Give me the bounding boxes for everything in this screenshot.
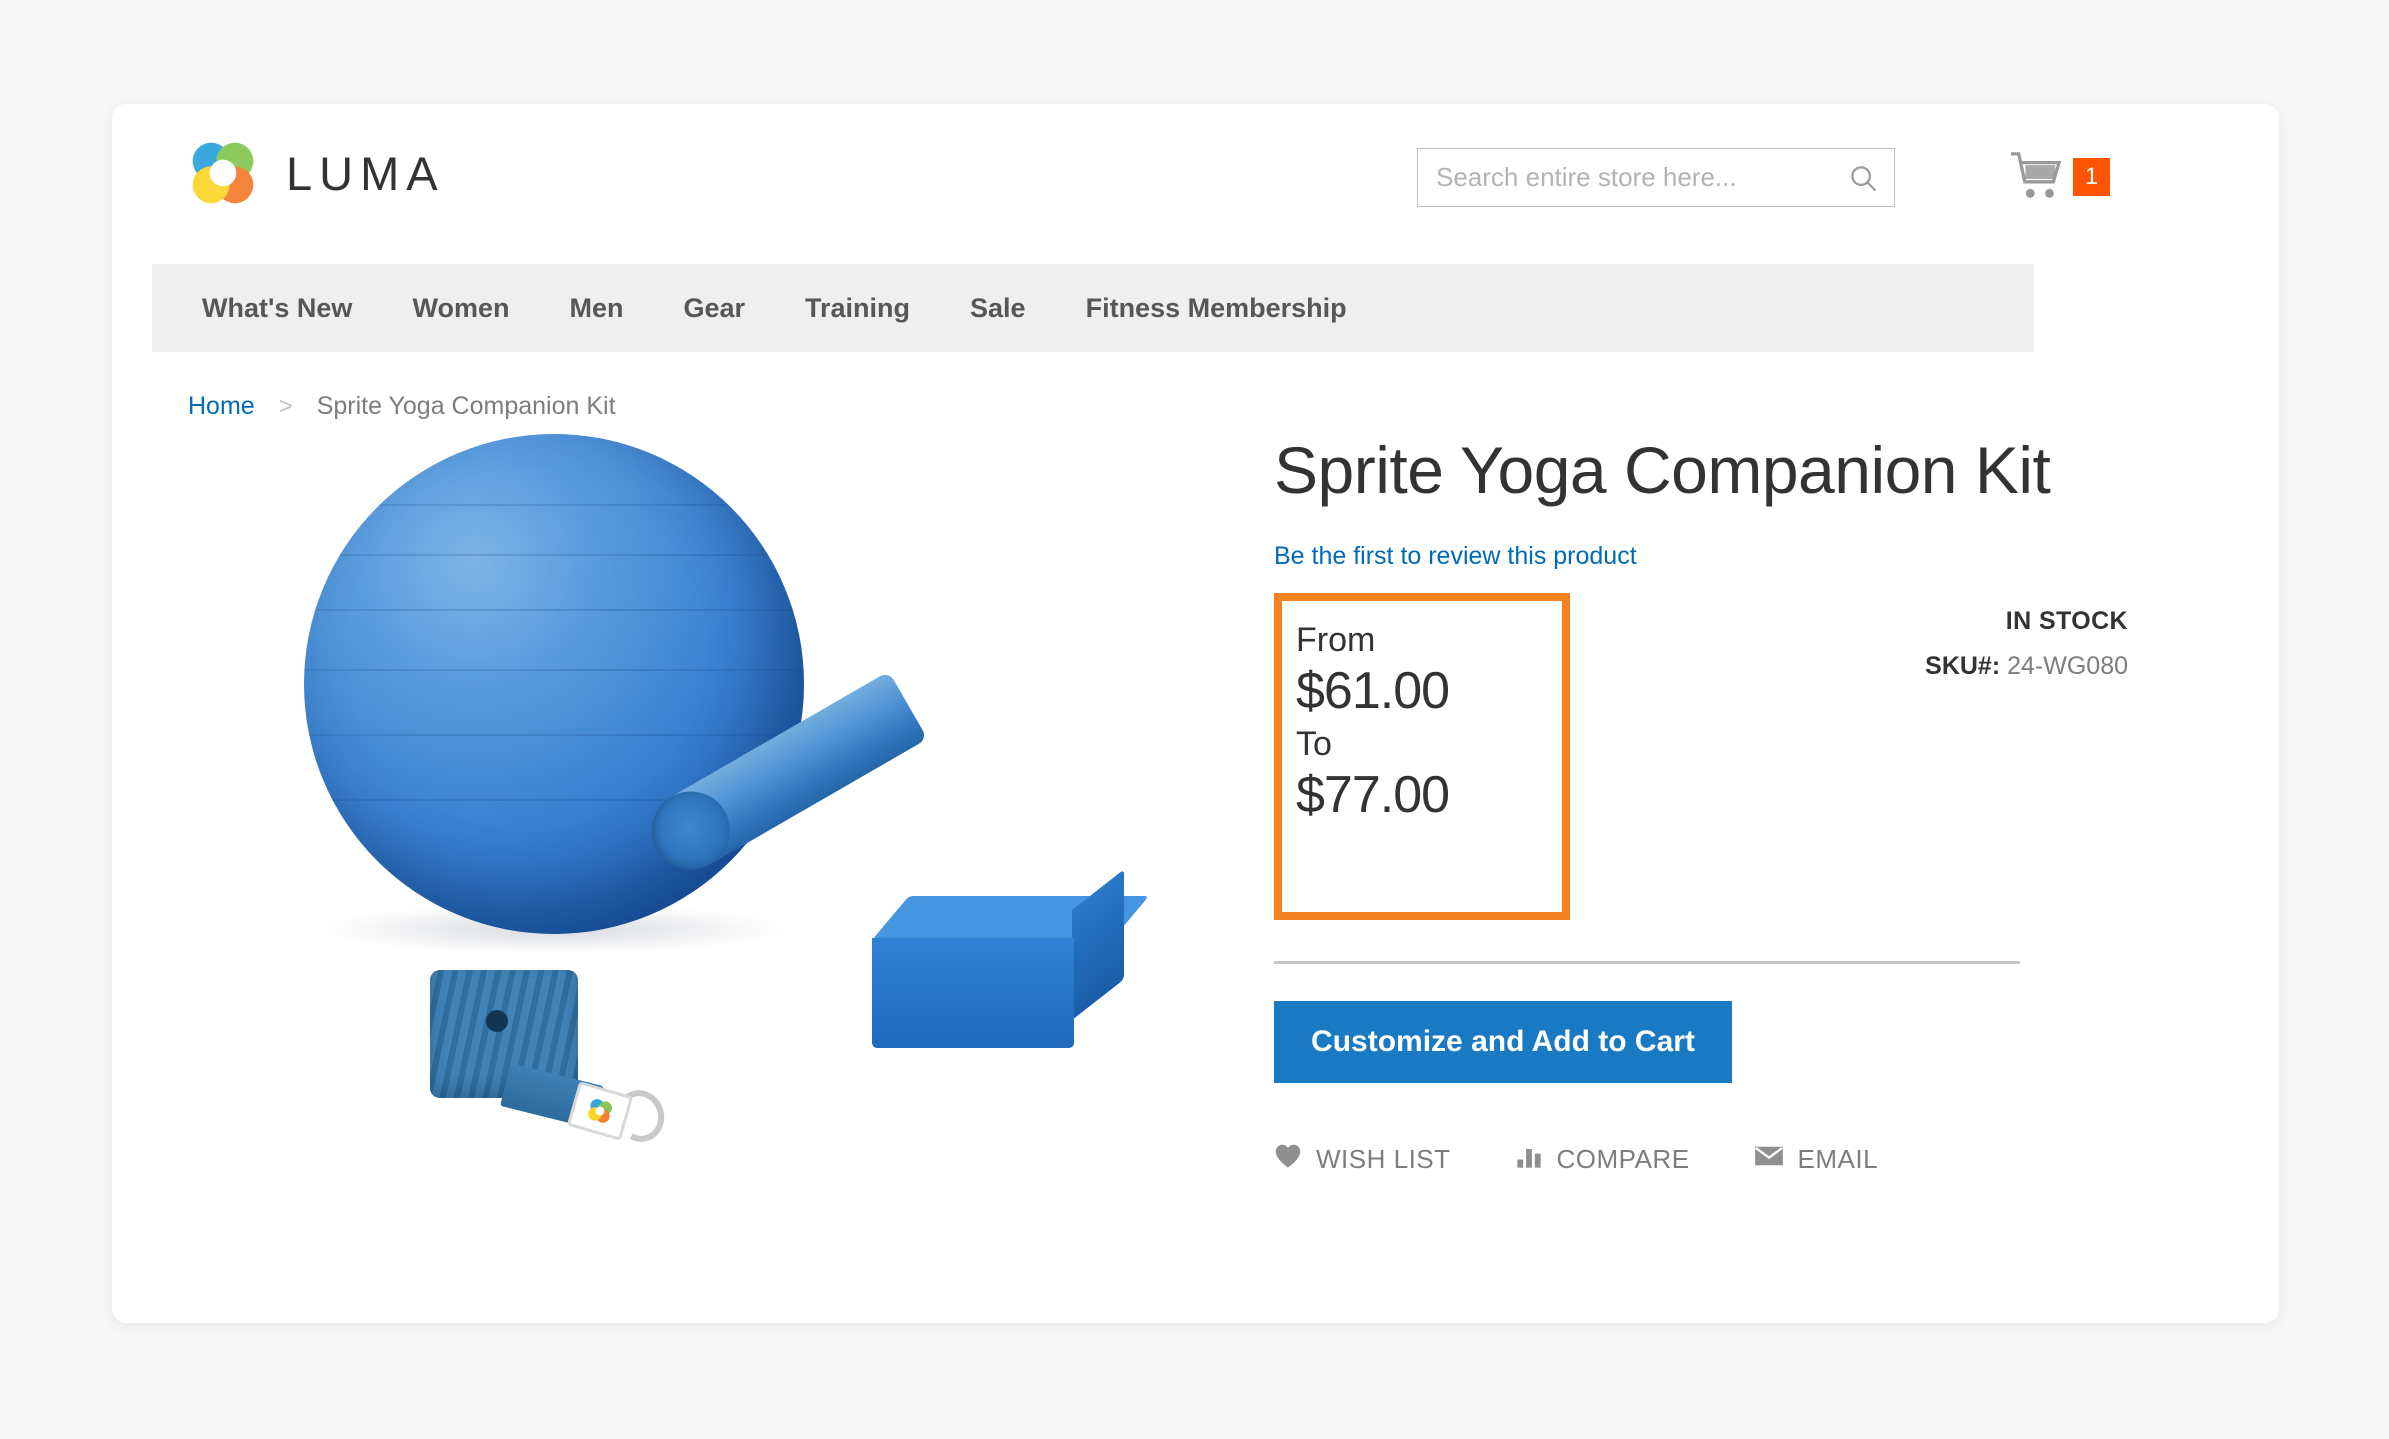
product-image[interactable] [252, 434, 1312, 1264]
product-action-links: WISH LIST COMPARE EMAIL [1274, 1143, 1878, 1176]
price-to-label: To [1296, 724, 1332, 763]
ball-seam-rings [304, 434, 804, 934]
email-link[interactable]: EMAIL [1754, 1144, 1879, 1175]
nav-item-gear[interactable]: Gear [683, 293, 745, 324]
email-label: EMAIL [1797, 1143, 1879, 1174]
yoga-block-image [872, 869, 1162, 1064]
envelope-icon [1754, 1144, 1784, 1175]
search-input[interactable] [1418, 149, 1838, 206]
wish-list-label: WISH LIST [1316, 1143, 1451, 1174]
brand-name: LUMA [286, 146, 445, 200]
sku-label: SKU#: [1925, 651, 2001, 680]
price-highlight-box: From $61.00 To $77.00 [1274, 592, 1570, 920]
compare-link[interactable]: COMPARE [1515, 1143, 1690, 1176]
shopping-cart-icon[interactable] [2009, 152, 2063, 202]
compare-label: COMPARE [1556, 1143, 1690, 1174]
price-from-label: From [1296, 620, 1376, 659]
sku-value: 24-WG080 [2007, 651, 2128, 680]
bar-chart-icon [1515, 1143, 1543, 1176]
wish-list-link[interactable]: WISH LIST [1274, 1143, 1451, 1176]
stock-info: IN STOCK SKU#: 24-WG080 [1925, 607, 2128, 681]
price-from-value: $61.00 [1296, 662, 1450, 721]
brand-logo[interactable]: LUMA [186, 136, 445, 210]
exercise-ball-image [304, 434, 804, 934]
nav-item-sale[interactable]: Sale [970, 293, 1026, 324]
search-icon[interactable] [1848, 163, 1878, 193]
stock-status-badge: IN STOCK [2005, 606, 2128, 635]
nav-item-training[interactable]: Training [805, 293, 910, 324]
write-review-link[interactable]: Be the first to review this product [1274, 542, 2174, 571]
breadcrumb-current-page: Sprite Yoga Companion Kit [316, 392, 616, 420]
search-box[interactable] [1417, 148, 1895, 207]
yoga-strap-image [430, 970, 680, 1149]
store-page-card: LUMA Search entire store here... 1 What'… [112, 104, 2279, 1323]
page-root: LUMA Search entire store here... 1 What'… [0, 0, 2389, 1439]
product-details: Sprite Yoga Companion Kit Be the first t… [1274, 433, 2174, 1174]
section-divider [1274, 960, 2020, 964]
breadcrumb: Home > Sprite Yoga Companion Kit [188, 392, 616, 421]
customize-and-add-to-cart-button[interactable]: Customize and Add to Cart [1274, 1000, 1732, 1083]
nav-item-men[interactable]: Men [569, 293, 623, 324]
luma-ring-logo-icon [186, 136, 260, 210]
price-to-value: $77.00 [1296, 766, 1450, 825]
cart-count-badge: 1 [2073, 158, 2110, 196]
price-and-stock-row: From $61.00 To $77.00 IN STOCK SKU#: 24-… [1274, 592, 2174, 1174]
nav-item-fitness-membership[interactable]: Fitness Membership [1086, 293, 1347, 324]
product-title: Sprite Yoga Companion Kit [1274, 433, 2051, 507]
nav-item-women[interactable]: Women [412, 293, 509, 324]
breadcrumb-home-link[interactable]: Home [188, 392, 255, 421]
sku-line: SKU#: 24-WG080 [1925, 652, 2128, 681]
main-navigation: What's New Women Men Gear Training Sale … [152, 264, 2034, 352]
nav-item-whats-new[interactable]: What's New [202, 293, 352, 324]
breadcrumb-separator-icon: > [278, 392, 293, 420]
heart-icon [1274, 1143, 1302, 1176]
site-header: LUMA Search entire store here... 1 [112, 104, 2279, 264]
cart-link[interactable]: 1 [2009, 152, 2110, 202]
